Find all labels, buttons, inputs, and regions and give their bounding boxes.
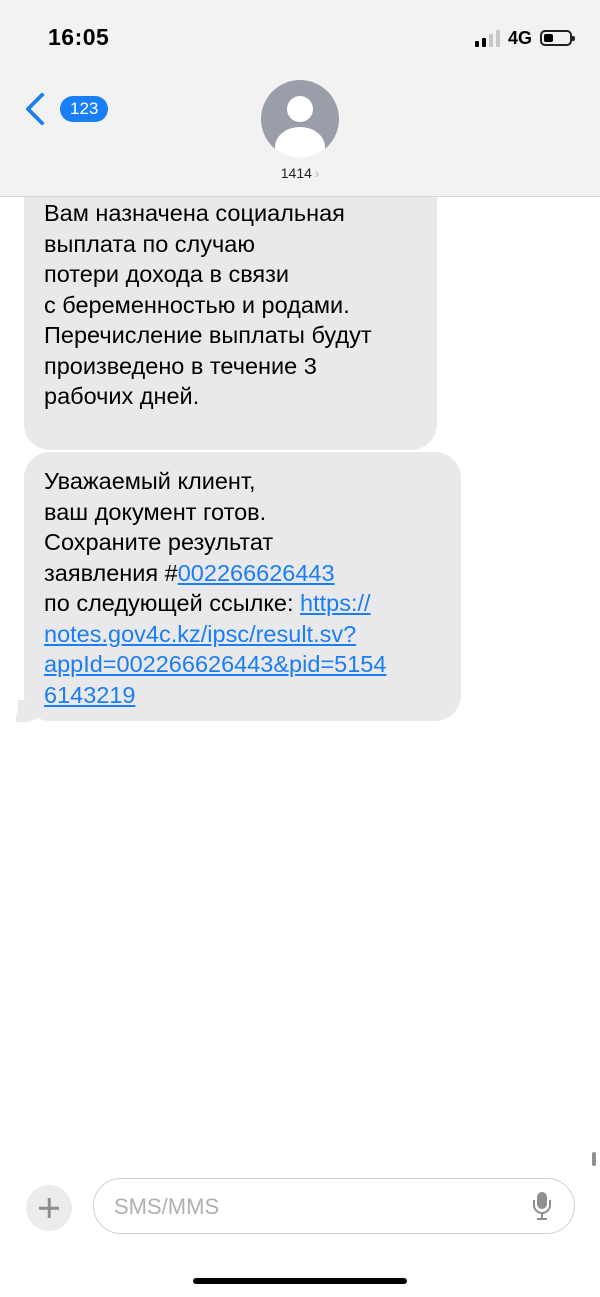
add-attachment-button[interactable] [26,1185,72,1231]
application-number-link[interactable]: 002266626443 [178,560,335,586]
result-url-link[interactable]: 6143219 [44,680,441,711]
result-url-link[interactable]: notes.gov4c.kz/ipsc/result.sv? [44,619,441,650]
scroll-indicator [592,1152,596,1166]
home-indicator[interactable] [193,1278,407,1284]
message-line: произведено в течение 3 [44,352,317,379]
back-button[interactable]: 123 [22,92,109,126]
message-line: ваш документ готов. [44,498,267,525]
message-line: потери дохода в связи [44,261,290,287]
contact-name: 1414 [280,165,312,181]
message-line: рабочих дней. [44,383,200,409]
result-url-link[interactable]: appId=002266626443&pid=5154 [44,649,441,680]
result-url-link[interactable]: https:// [300,590,371,616]
unread-count-badge: 123 [60,96,109,122]
conversation-header: 16:05 4G 123 1414 › [0,0,600,197]
message-line: с беременностью и родами. [44,291,350,318]
status-indicators: 4G [474,26,575,50]
message-line: Перечисление выплаты будут [44,322,372,348]
message-line: Уважаемый клиент, [44,468,256,494]
message-line: Вам назначена социальная [44,200,345,226]
message-input-field[interactable] [93,1178,575,1234]
message-line: выплата по случаю [44,230,255,257]
contact-avatar[interactable] [261,80,339,158]
message-bubble[interactable]: Уважаемый клиент, ваш документ готов. Со… [24,452,461,721]
chevron-right-icon: › [314,166,320,181]
status-time: 16:05 [48,24,110,50]
battery-icon [540,30,575,46]
person-icon [287,96,313,122]
message-line: Сохраните результат [44,529,274,555]
message-text: заявления # [44,559,178,586]
network-type: 4G [507,27,532,48]
message-text: по следующей ссылке: [44,590,300,616]
chevron-left-icon [25,92,59,126]
message-bubble[interactable]: Вам назначена социальная выплата по случ… [24,160,437,450]
message-line: по следующей ссылке: https:// [44,588,441,619]
microphone-icon[interactable] [532,1192,552,1222]
message-line: заявления #002266626443 [44,558,441,589]
message-input[interactable] [112,1179,516,1234]
contact-name-button[interactable]: 1414 › [0,165,600,181]
cellular-signal-icon [474,29,500,47]
